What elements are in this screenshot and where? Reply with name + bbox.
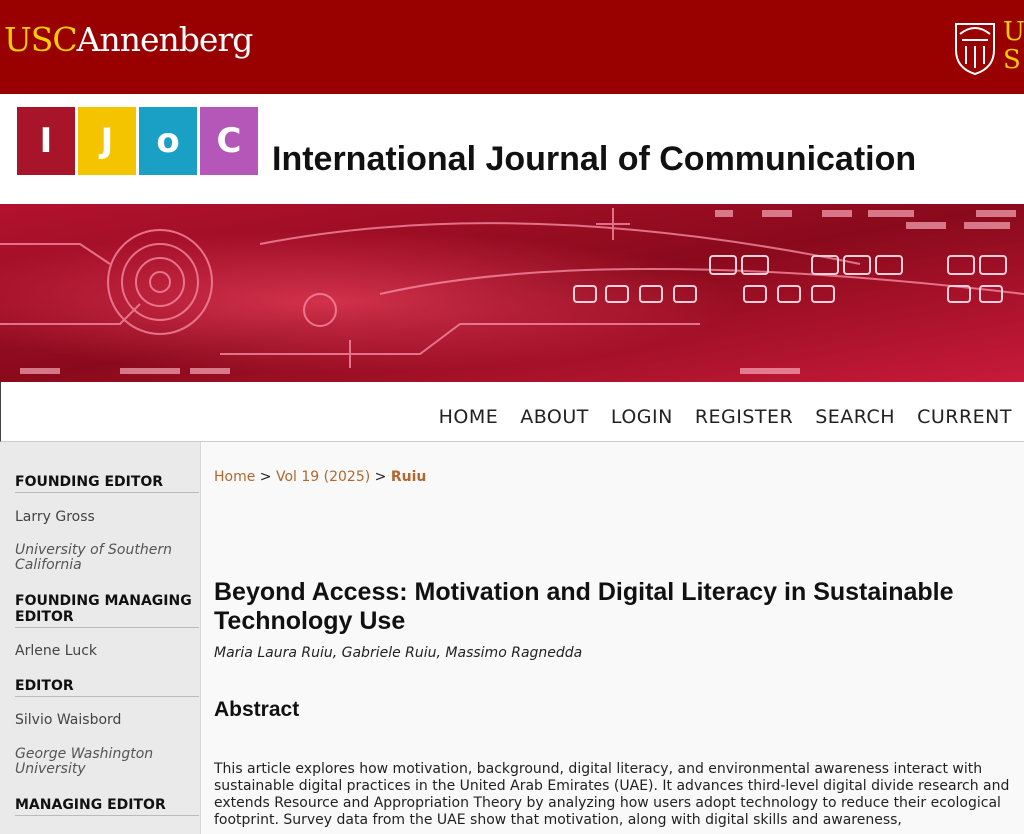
founding-editor-heading: FOUNDING EDITOR (15, 474, 199, 493)
usc-seal-icon (955, 23, 995, 76)
breadcrumb-volume-link[interactable]: Vol 19 (2025) (276, 469, 370, 485)
breadcrumb-current-link[interactable]: Ruiu (391, 469, 427, 485)
journal-header: I J o C International Journal of Communi… (0, 94, 1024, 204)
article-title: Beyond Access: Motivation and Digital Li… (214, 578, 954, 635)
nav-link-about[interactable]: ABOUT (520, 406, 589, 428)
editor-name: Silvio Waisbord (15, 712, 122, 728)
journal-title: International Journal of Communication (272, 140, 917, 178)
founding-editor-affiliation: University of Southern California (15, 542, 172, 573)
breadcrumb-home-link[interactable]: Home (214, 469, 255, 485)
abstract-heading: Abstract (214, 698, 300, 721)
abstract-text: This article explores how motivation, ba… (214, 761, 1010, 828)
nav-link-current[interactable]: CURRENT (917, 406, 1012, 428)
ijoc-tile-c: C (200, 107, 258, 175)
annenberg-logo-text: Annenberg (76, 20, 254, 59)
nav-link-login[interactable]: LOGIN (611, 406, 673, 428)
breadcrumb: Home > Vol 19 (2025) > Ruiu (214, 469, 426, 485)
nav-link-register[interactable]: REGISTER (695, 406, 793, 428)
article-authors: Maria Laura Ruiu, Gabriele Ruiu, Massimo… (214, 645, 583, 661)
managing-editor-heading: MANAGING EDITOR (15, 797, 199, 816)
sidebar: FOUNDING EDITOR Larry Gross University o… (0, 442, 201, 834)
nav-item-login: LOGIN (611, 406, 673, 428)
breadcrumb-separator: > (259, 469, 272, 485)
breadcrumb-separator: > (374, 469, 387, 485)
nav-item-search: SEARCH (815, 406, 895, 428)
header-banner-image (0, 204, 1024, 382)
circuit-banner-graphic (0, 204, 1024, 382)
nav-link-search[interactable]: SEARCH (815, 406, 895, 428)
usc-logo-text: USC (4, 20, 78, 59)
editor-heading: EDITOR (15, 678, 199, 697)
founding-managing-editor-name: Arlene Luck (15, 643, 98, 659)
founding-editor-name: Larry Gross (15, 509, 95, 525)
usc-header-bar: USCAnnenberg U S (0, 0, 1024, 94)
main-navigation: HOME ABOUT LOGIN REGISTER SEARCH CURRENT (0, 382, 1024, 442)
usc-right-text: U S (1003, 18, 1024, 74)
ijoc-logo[interactable]: I J o C (17, 107, 258, 175)
ijoc-tile-i: I (17, 107, 75, 175)
nav-item-register: REGISTER (695, 406, 793, 428)
founding-managing-editor-heading: FOUNDING MANAGING EDITOR (15, 593, 199, 628)
usc-annenberg-logo[interactable]: USCAnnenberg (4, 20, 254, 59)
ijoc-tile-j: J (78, 107, 136, 175)
editor-affiliation: George Washington University (15, 746, 154, 777)
ijoc-tile-o: o (139, 107, 197, 175)
nav-link-home[interactable]: HOME (439, 406, 499, 428)
nav-item-home: HOME (439, 406, 499, 428)
main-content: Home > Vol 19 (2025) > Ruiu Beyond Acces… (202, 442, 1024, 834)
nav-item-about: ABOUT (520, 406, 589, 428)
nav-list: HOME ABOUT LOGIN REGISTER SEARCH CURRENT (439, 406, 1012, 428)
nav-item-current: CURRENT (917, 406, 1012, 428)
usc-right-letter-1: U (1003, 17, 1024, 47)
usc-right-letter-2: S (1003, 45, 1021, 75)
